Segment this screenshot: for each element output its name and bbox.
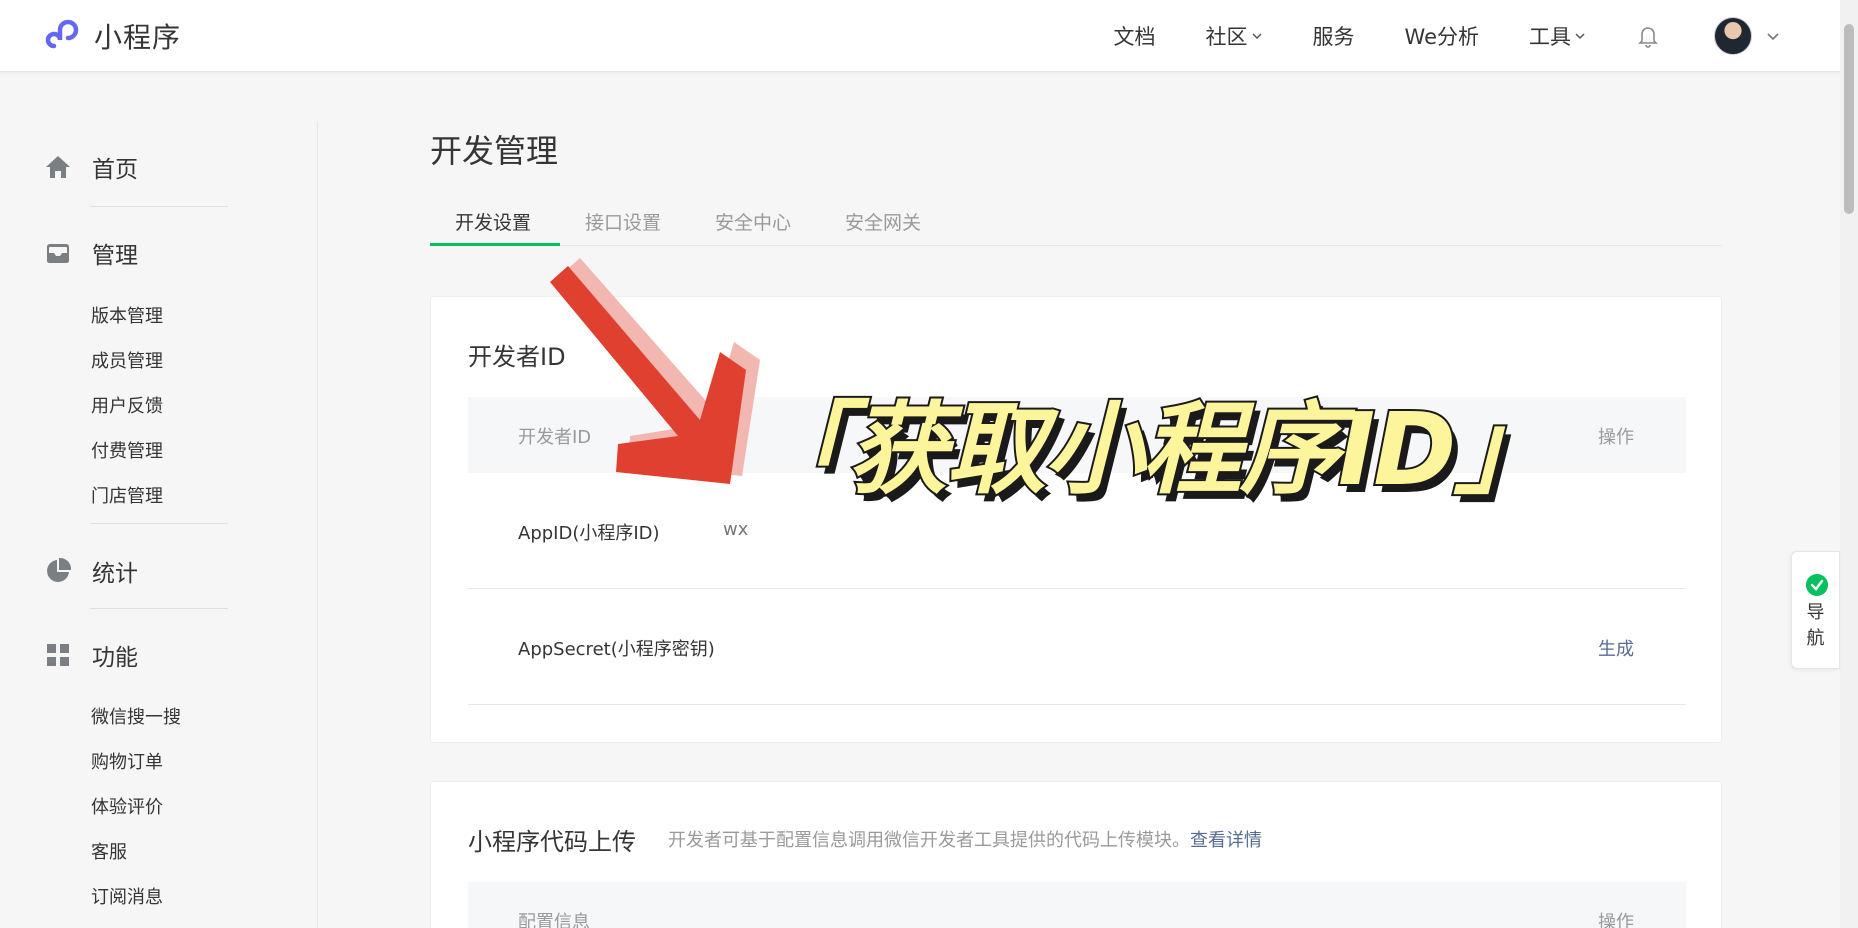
column-header-action: 操作: [1598, 912, 1634, 928]
sidebar-item-payment[interactable]: 付费管理: [91, 437, 163, 463]
pie-chart-icon: [47, 557, 72, 582]
chevron-down-icon: [1575, 33, 1585, 40]
sidebar-item-customer-service[interactable]: 客服: [91, 838, 127, 864]
floating-guide-button[interactable]: 导 航: [1791, 551, 1840, 669]
annotation-caption: 「获取小程序ID」: [748, 389, 1556, 510]
tab-dev-settings[interactable]: 开发设置: [455, 208, 531, 235]
nav-we-analytics[interactable]: We分析: [1405, 21, 1479, 51]
sidebar-divider: [90, 523, 228, 524]
code-upload-description: 开发者可基于配置信息调用微信开发者工具提供的代码上传模块。查看详情: [668, 826, 1262, 852]
view-details-link[interactable]: 查看详情: [1190, 830, 1262, 851]
tab-api-settings[interactable]: 接口设置: [585, 208, 661, 235]
code-upload-card: 小程序代码上传 开发者可基于配置信息调用微信开发者工具提供的代码上传模块。查看详…: [430, 781, 1722, 928]
appid-label: AppID(小程序ID): [518, 523, 660, 544]
column-header-action: 操作: [1598, 427, 1634, 448]
nav-community-label: 社区: [1205, 25, 1248, 49]
logo[interactable]: 小程序: [44, 16, 181, 56]
sidebar-group-stats[interactable]: 统计: [44, 554, 138, 588]
nav-services[interactable]: 服务: [1313, 21, 1355, 51]
appid-value[interactable]: wx: [723, 519, 748, 540]
bell-icon[interactable]: [1636, 23, 1660, 49]
sidebar-item-orders[interactable]: 购物订单: [91, 748, 163, 774]
sidebar-group-label: 功能: [92, 645, 138, 671]
scrollbar-thumb[interactable]: [1844, 24, 1854, 214]
sidebar-item-version[interactable]: 版本管理: [91, 302, 163, 328]
row-divider: [468, 588, 1686, 589]
tab-security-gateway[interactable]: 安全网关: [845, 208, 921, 235]
nav-docs[interactable]: 文档: [1114, 21, 1156, 51]
sidebar-divider: [90, 206, 228, 207]
appsecret-label: AppSecret(小程序密钥): [518, 639, 715, 660]
sidebar-group-manage[interactable]: 管理: [44, 236, 138, 270]
table-header: 配置信息 操作: [468, 882, 1686, 928]
avatar[interactable]: [1714, 17, 1752, 55]
code-upload-desc-text: 开发者可基于配置信息调用微信开发者工具提供的代码上传模块。: [668, 830, 1190, 851]
sidebar-group-label: 统计: [92, 561, 138, 587]
sidebar-group-label: 管理: [92, 243, 138, 269]
sidebar-item-reviews[interactable]: 体验评价: [91, 793, 163, 819]
home-icon: [46, 156, 70, 178]
sidebar-item-subscriptions[interactable]: 订阅消息: [91, 883, 163, 909]
sidebar-item-members[interactable]: 成员管理: [91, 347, 163, 373]
tab-bar: 开发设置 接口设置 安全中心 安全网关: [430, 200, 1722, 246]
nav-we-analytics-label: We分析: [1404, 25, 1479, 49]
tab-security-center[interactable]: 安全中心: [715, 208, 791, 235]
page-title: 开发管理: [430, 132, 559, 170]
column-header-config: 配置信息: [518, 912, 590, 928]
guide-label-line2: 航: [1806, 628, 1825, 649]
row-divider: [468, 704, 1686, 705]
sidebar-group-home[interactable]: 首页: [44, 150, 138, 184]
annotation-arrow-icon: [550, 258, 760, 484]
sidebar-group-label: 首页: [92, 157, 138, 183]
top-nav: 文档 社区 服务 We分析 工具: [1064, 0, 1840, 72]
page-scrollbar[interactable]: [1840, 0, 1858, 928]
check-badge-icon: [1806, 574, 1828, 596]
grid-icon: [47, 644, 69, 666]
code-upload-title: 小程序代码上传: [468, 828, 636, 856]
nav-tools-label: 工具: [1529, 25, 1571, 49]
active-tab-indicator: [430, 243, 560, 246]
nav-tools[interactable]: 工具: [1529, 21, 1586, 51]
sidebar-group-features[interactable]: 功能: [44, 638, 138, 672]
nav-docs-label: 文档: [1113, 25, 1156, 49]
generate-secret-link[interactable]: 生成: [1598, 635, 1634, 661]
logo-text: 小程序: [94, 21, 182, 54]
top-bar: 小程序 文档 社区 服务 We分析 工具: [0, 0, 1840, 72]
chevron-down-icon: [1252, 33, 1262, 40]
guide-label-line1: 导: [1806, 602, 1825, 623]
chevron-down-icon[interactable]: [1766, 29, 1780, 43]
sidebar-item-feedback[interactable]: 用户反馈: [91, 392, 163, 418]
inbox-icon: [47, 244, 69, 263]
sidebar-item-wechat-search[interactable]: 微信搜一搜: [91, 703, 181, 729]
nav-services-label: 服务: [1312, 25, 1355, 49]
miniprogram-logo-icon: [45, 19, 79, 49]
guide-label: 导 航: [1792, 600, 1839, 652]
sidebar-divider: [90, 608, 228, 609]
nav-community[interactable]: 社区: [1206, 21, 1263, 51]
sidebar-item-stores[interactable]: 门店管理: [91, 482, 163, 508]
